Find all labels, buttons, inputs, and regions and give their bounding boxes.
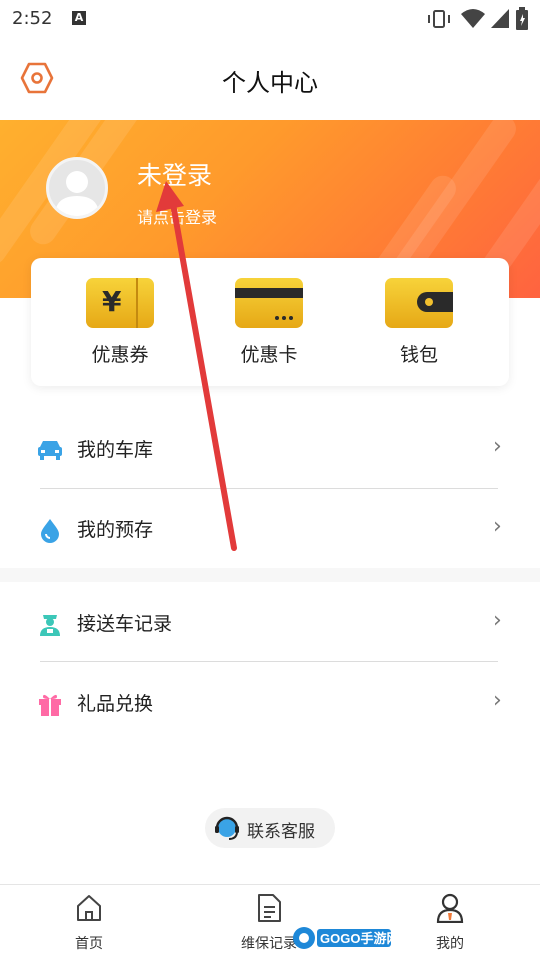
annotation-arrow <box>156 181 237 551</box>
